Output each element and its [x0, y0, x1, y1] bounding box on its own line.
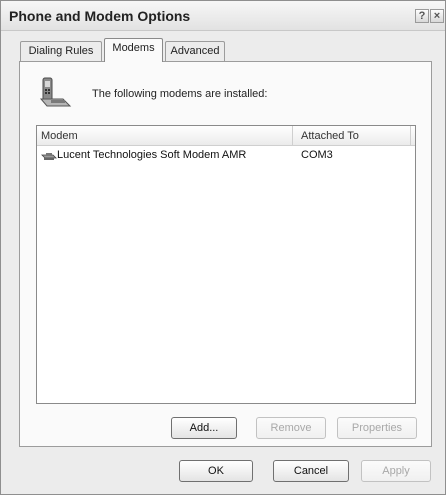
title-bar: Phone and Modem Options ? ×	[1, 1, 445, 31]
phone-and-modem-options-dialog: Phone and Modem Options ? × Dialing Rule…	[0, 0, 446, 495]
modem-icon	[41, 153, 57, 160]
list-item[interactable]: Lucent Technologies Soft Modem AMR COM3	[37, 148, 415, 164]
list-header: Modem Attached To	[37, 126, 415, 146]
modem-list[interactable]: Modem Attached To Lucent Technologies So…	[36, 125, 416, 404]
installed-modems-label: The following modems are installed:	[92, 88, 268, 100]
tab-dialing-rules[interactable]: Dialing Rules	[20, 41, 102, 61]
phone-modem-icon	[39, 77, 72, 107]
apply-button[interactable]: Apply	[361, 460, 431, 482]
help-icon[interactable]: ?	[415, 9, 429, 23]
attached-port: COM3	[301, 149, 333, 161]
tab-modems[interactable]: Modems	[104, 38, 163, 62]
close-icon[interactable]: ×	[430, 9, 444, 23]
tab-advanced[interactable]: Advanced	[165, 41, 225, 61]
add-button[interactable]: Add...	[171, 417, 237, 439]
ok-button[interactable]: OK	[179, 460, 253, 482]
properties-button[interactable]: Properties	[337, 417, 417, 439]
cancel-button[interactable]: Cancel	[273, 460, 349, 482]
window-title: Phone and Modem Options	[9, 8, 191, 24]
column-header-attached-to[interactable]: Attached To	[295, 126, 411, 146]
column-header-modem[interactable]: Modem	[37, 126, 293, 146]
remove-button[interactable]: Remove	[256, 417, 326, 439]
modems-tab-panel: The following modems are installed: Mode…	[19, 61, 432, 447]
modem-name: Lucent Technologies Soft Modem AMR	[57, 149, 247, 161]
